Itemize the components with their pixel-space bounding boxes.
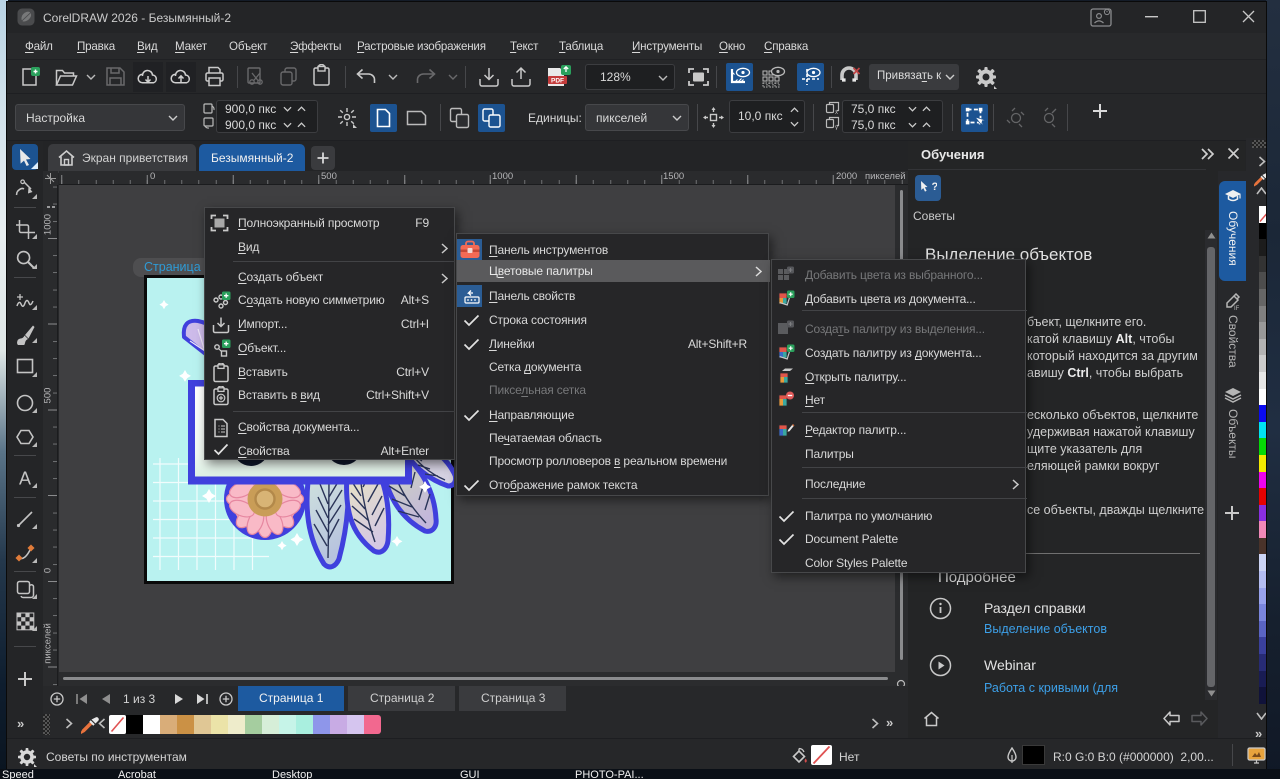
svg-text:y: y xyxy=(835,125,838,130)
svg-text:A: A xyxy=(19,469,31,489)
svg-text:IF: IF xyxy=(1234,306,1240,311)
svg-text:PDF: PDF xyxy=(551,78,564,85)
